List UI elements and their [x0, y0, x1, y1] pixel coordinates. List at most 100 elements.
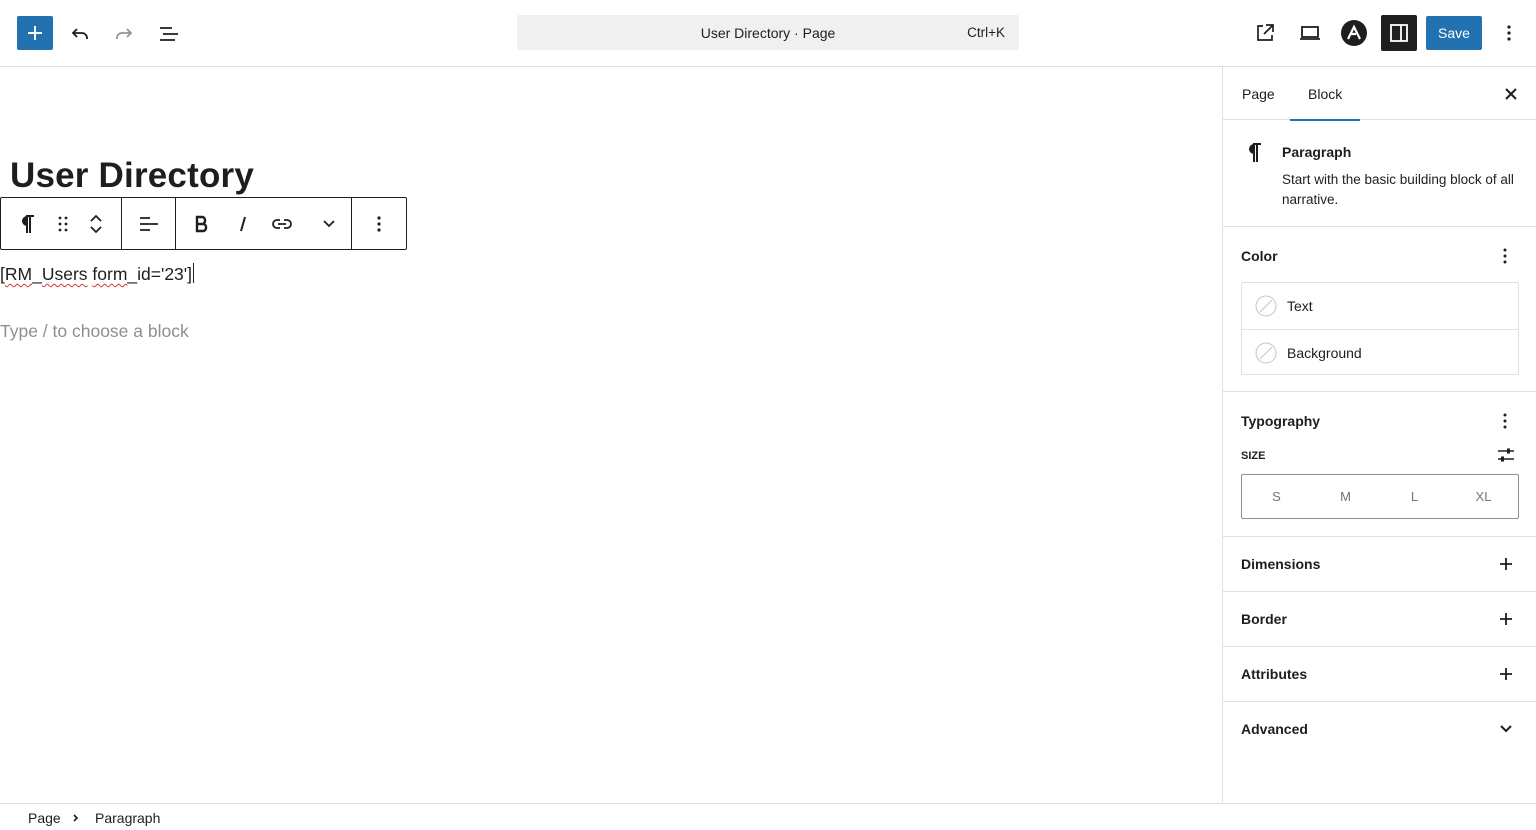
add-block-button[interactable] [17, 16, 53, 50]
shortcode-rest: id='23'] [137, 264, 192, 284]
editor-canvas[interactable]: User Directory [RM_Users form_id='23'] T… [0, 67, 1222, 803]
undo-icon [71, 28, 88, 39]
chevron-right-icon [73, 814, 79, 822]
custom-size-toggle[interactable] [1495, 444, 1517, 466]
size-option-l[interactable]: L [1380, 475, 1449, 518]
sidebar-tabs: Page Block [1223, 67, 1536, 121]
move-block-controls [73, 198, 119, 249]
astra-logo-icon [1341, 20, 1367, 46]
view-page-button[interactable] [1252, 20, 1278, 46]
link-button[interactable] [258, 198, 308, 249]
block-mover-group [1, 198, 122, 249]
breadcrumb-page[interactable]: Page [28, 810, 61, 826]
command-palette-bar[interactable]: User Directory · Page Ctrl+K [517, 15, 1019, 50]
drag-handle-icon [58, 216, 68, 231]
external-link-icon [1257, 24, 1274, 41]
paragraph-block[interactable]: [RM_Users form_id='23'] [0, 263, 194, 285]
size-option-s[interactable]: S [1242, 475, 1311, 518]
plus-icon [28, 26, 42, 40]
typography-options-button[interactable] [1495, 409, 1515, 433]
text-caret [193, 263, 194, 283]
preview-button[interactable] [1296, 20, 1324, 46]
align-left-icon [139, 216, 158, 231]
size-option-xl[interactable]: XL [1449, 475, 1518, 518]
border-panel[interactable]: Border [1223, 592, 1536, 647]
advanced-panel[interactable]: Advanced [1223, 702, 1536, 757]
options-button[interactable] [1498, 20, 1520, 46]
italic-button[interactable] [228, 198, 258, 249]
block-card: Paragraph Start with the basic building … [1223, 120, 1536, 227]
shortcode-word-form: form [92, 264, 128, 284]
plus-icon [1495, 553, 1517, 575]
redo-icon [116, 28, 133, 39]
dimensions-panel[interactable]: Dimensions [1223, 537, 1536, 592]
color-settings-list: Text Background [1241, 282, 1519, 375]
save-button[interactable]: Save [1426, 16, 1482, 50]
attributes-panel[interactable]: Attributes [1223, 647, 1536, 702]
align-text-button[interactable] [122, 198, 175, 249]
shortcode-word-users: Users [41, 264, 88, 284]
border-panel-title: Border [1241, 611, 1287, 627]
document-overview-button[interactable] [155, 20, 183, 48]
color-panel-title: Color [1241, 248, 1278, 264]
background-color-label: Background [1287, 344, 1362, 361]
tab-block[interactable]: Block [1290, 67, 1361, 121]
list-view-icon [160, 27, 178, 41]
astra-settings-button[interactable] [1340, 19, 1368, 47]
advanced-panel-title: Advanced [1241, 721, 1308, 737]
font-size-picker: S M L XL [1241, 474, 1519, 519]
shortcode-word-rm: RM [4, 264, 33, 284]
close-icon [1505, 88, 1517, 100]
close-sidebar-button[interactable] [1499, 82, 1523, 106]
text-color-button[interactable]: Text [1242, 283, 1518, 329]
command-shortcut: Ctrl+K [967, 25, 1005, 40]
plus-icon [1495, 663, 1517, 685]
breadcrumb-paragraph[interactable]: Paragraph [95, 810, 160, 826]
more-formats-button[interactable] [307, 198, 351, 249]
sidebar-icon [1390, 24, 1408, 42]
typography-panel: Typography Size S M L XL [1223, 392, 1536, 537]
background-color-button[interactable]: Background [1242, 329, 1518, 375]
kebab-icon [1507, 25, 1511, 41]
page-title[interactable]: User Directory [10, 155, 254, 197]
settings-sliders-icon [1498, 448, 1514, 462]
text-color-label: Text [1287, 298, 1313, 314]
block-appender-placeholder[interactable]: Type / to choose a block [0, 321, 189, 342]
block-type-button[interactable] [1, 198, 53, 249]
options-group [352, 198, 406, 249]
plus-icon [1495, 608, 1517, 630]
dimensions-panel-title: Dimensions [1241, 556, 1321, 572]
color-panel: Color Text Background [1223, 227, 1536, 392]
block-toolbar [0, 197, 407, 250]
tab-page[interactable]: Page [1242, 67, 1275, 120]
block-breadcrumb: Page Paragraph [0, 803, 1536, 830]
typography-panel-title: Typography [1241, 413, 1321, 429]
color-options-button[interactable] [1495, 244, 1515, 268]
laptop-icon [1300, 26, 1320, 40]
block-options-button[interactable] [352, 198, 406, 249]
chevron-down-icon [323, 219, 335, 227]
drag-handle[interactable] [53, 198, 73, 249]
chevron-down-icon[interactable] [88, 224, 104, 236]
italic-icon [239, 216, 246, 231]
undo-button[interactable] [66, 20, 94, 48]
kebab-icon [377, 215, 381, 232]
bold-button[interactable] [176, 198, 228, 249]
size-option-m[interactable]: M [1311, 475, 1380, 518]
block-name: Paragraph [1282, 144, 1352, 160]
font-size-label: Size [1241, 450, 1266, 462]
bold-icon [195, 215, 208, 232]
shortcode-separator: _ [32, 264, 42, 284]
block-description: Start with the basic building block of a… [1282, 172, 1514, 207]
link-icon [272, 218, 293, 229]
paragraph-icon [1249, 143, 1261, 162]
chevron-up-icon[interactable] [88, 212, 104, 224]
paragraph-icon [22, 214, 34, 233]
empty-swatch-icon [1255, 342, 1277, 363]
settings-sidebar-toggle[interactable] [1381, 15, 1417, 51]
format-group [176, 198, 352, 249]
redo-button[interactable] [110, 20, 138, 48]
kebab-icon [1503, 248, 1507, 264]
attributes-panel-title: Attributes [1241, 666, 1308, 682]
kebab-icon [1503, 413, 1507, 429]
